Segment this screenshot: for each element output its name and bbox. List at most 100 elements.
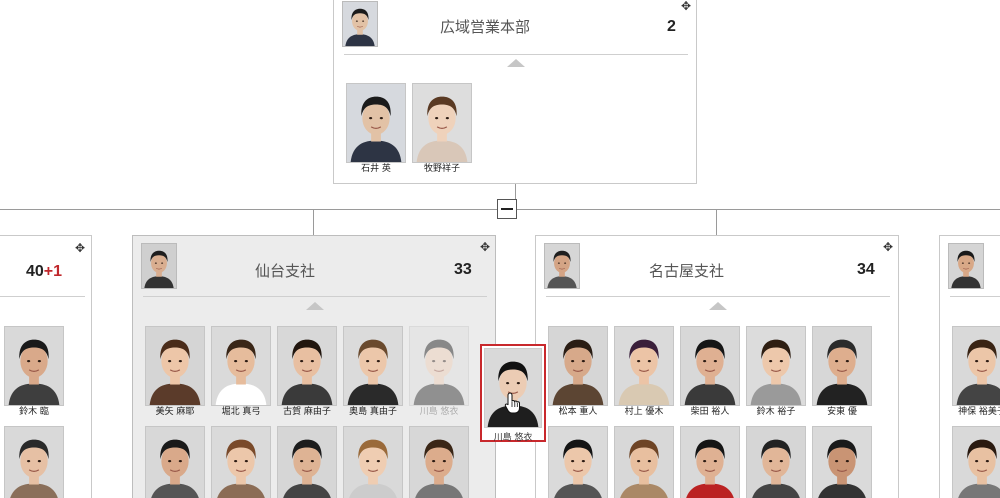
member-card[interactable]: 鈴木 臨 [3,326,65,418]
move-icon[interactable]: ✥ [479,241,491,253]
member-name: 川島 悠衣 [493,433,533,443]
panel-divider [0,296,85,297]
member-photo [680,326,740,406]
member-photo [548,326,608,406]
member-card[interactable]: 美矢 麻耶 [144,326,206,418]
member-name: 古賀 麻由子 [283,407,331,417]
member-photo [746,426,806,498]
member-photo [409,326,469,406]
member-photo [409,426,469,498]
panel-divider [344,54,688,55]
unit-title: 仙台支社 [255,262,316,280]
panel-divider [546,296,890,297]
member-photo [812,426,872,498]
member-name: 川島 悠衣 [419,407,459,417]
member-photo [346,83,406,163]
move-icon[interactable]: ✥ [74,242,86,254]
member-photo [952,426,1000,498]
member-photo [952,326,1000,406]
member-card[interactable] [811,426,873,498]
collapse-toggle-button[interactable] [497,199,517,219]
unit-member-count: 34 [857,261,875,278]
member-photo [343,426,403,498]
member-card[interactable]: 鈴木 裕子 [745,326,807,418]
member-card[interactable]: 村上 優木 [613,326,675,418]
member-photo [145,326,205,406]
member-card[interactable] [613,426,675,498]
member-card[interactable] [342,426,404,498]
member-name: 堀北 真弓 [221,407,261,417]
member-photo [277,326,337,406]
member-photo [614,426,674,498]
member-name: 奥島 真由子 [349,407,397,417]
unit-title: 名古屋支社 [649,262,725,280]
member-photo [680,426,740,498]
minus-icon [501,208,513,210]
member-card[interactable]: 堀北 真弓 [210,326,272,418]
member-photo [548,426,608,498]
member-photo [812,326,872,406]
member-card[interactable] [951,426,1000,498]
move-icon[interactable]: ✥ [680,0,692,12]
unit-title: 広域営業本部 [440,18,531,36]
move-icon[interactable]: ✥ [882,241,894,253]
member-card[interactable]: 神保 裕美子 [951,326,1000,418]
member-name: 村上 優木 [624,407,664,417]
member-card[interactable]: 古賀 麻由子 [276,326,338,418]
member-name: 牧野祥子 [423,164,460,174]
member-name: 鈴木 臨 [19,407,49,417]
member-card[interactable] [3,426,65,498]
sendai-unit-panel[interactable]: 仙台支社 33 ✥ 美矢 麻耶 堀北 真弓 古賀 麻由子 奥島 真由子 川島 悠衣 [132,235,496,498]
member-name: 松本 重人 [558,407,598,417]
top-unit-panel[interactable]: 広域営業本部 2 ✥ 石井 英 牧野祥子 [333,0,697,184]
member-card[interactable]: 牧野祥子 [411,83,473,175]
member-card[interactable] [547,426,609,498]
member-card[interactable]: 川島 悠衣 [408,326,470,418]
right-unit-panel[interactable]: 神保 裕美子 [939,235,1000,498]
collapse-caret-icon[interactable] [507,59,525,67]
left-unit-panel[interactable]: 40+1 ✥ 鈴木 臨 [0,235,92,498]
member-photo [484,348,542,428]
member-photo [412,83,472,163]
member-card[interactable] [276,426,338,498]
member-photo [211,426,271,498]
member-photo [4,326,64,406]
connector-nagoya [716,209,717,235]
member-name: 安東 優 [827,407,857,417]
member-photo [145,426,205,498]
member-photo [746,326,806,406]
collapse-caret-icon[interactable] [306,302,324,310]
member-card[interactable] [679,426,741,498]
member-photo [614,326,674,406]
member-photo [4,426,64,498]
unit-head-avatar[interactable] [342,1,378,47]
connector-sendai [313,209,314,235]
member-name: 柴田 裕人 [690,407,730,417]
unit-head-avatar[interactable] [544,243,580,289]
member-card[interactable]: 石井 英 [345,83,407,175]
unit-head-avatar[interactable] [141,243,177,289]
collapse-caret-icon[interactable] [709,302,727,310]
member-name: 神保 裕美子 [958,407,1000,417]
member-photo [277,426,337,498]
member-card[interactable] [745,426,807,498]
member-card[interactable]: 柴田 裕人 [679,326,741,418]
member-photo [211,326,271,406]
member-card[interactable]: 安東 優 [811,326,873,418]
member-card[interactable] [210,426,272,498]
member-card[interactable]: 松本 重人 [547,326,609,418]
unit-head-avatar[interactable] [948,243,984,289]
member-name: 美矢 麻耶 [155,407,195,417]
member-photo [343,326,403,406]
member-card[interactable] [144,426,206,498]
member-card[interactable] [408,426,470,498]
hand-cursor-icon [504,392,520,414]
connector-top-down [515,183,516,199]
unit-member-count: 40+1 [26,263,63,280]
unit-member-count: 2 [667,18,676,35]
unit-member-count: 33 [454,261,472,278]
member-card[interactable]: 奥島 真由子 [342,326,404,418]
member-name: 石井 英 [361,164,391,174]
member-name: 鈴木 裕子 [756,407,796,417]
nagoya-unit-panel[interactable]: 名古屋支社 34 ✥ 松本 重人 村上 優木 柴田 裕人 鈴木 裕子 安東 優 [535,235,899,498]
